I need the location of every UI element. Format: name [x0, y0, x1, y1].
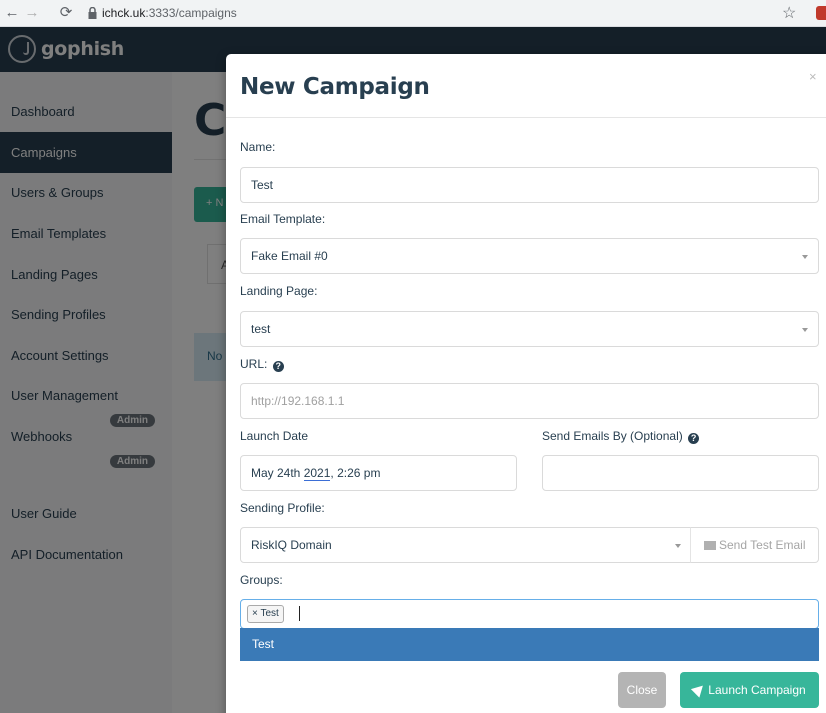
lock-icon — [88, 7, 97, 19]
back-arrow-icon[interactable]: ← — [4, 4, 20, 22]
bookmark-star-icon[interactable]: ☆ — [782, 3, 796, 23]
launch-campaign-button[interactable]: Launch Campaign — [680, 672, 819, 708]
modal-title: New Campaign — [240, 74, 430, 100]
browser-toolbar: ← → ⟳ ichck.uk:3333/campaigns ☆ — [0, 0, 826, 27]
email-template-value: Fake Email #0 — [251, 249, 328, 263]
question-circle-icon[interactable]: ? — [272, 361, 284, 372]
send-by-label: Send Emails By (Optional) ? — [542, 429, 700, 444]
text-cursor — [299, 606, 300, 621]
reload-icon[interactable]: ⟳ — [58, 4, 74, 22]
email-template-select[interactable]: Fake Email #0 — [240, 238, 819, 274]
launch-date-prefix: May 24th — [251, 466, 304, 480]
name-label: Name: — [240, 140, 276, 154]
url-host: ichck.uk — [102, 6, 146, 20]
launch-date-year: 2021 — [303, 466, 331, 481]
send-test-email-label: Send Test Email — [719, 538, 806, 552]
close-button[interactable]: Close — [618, 672, 666, 708]
launch-date-input[interactable]: May 24th 2021, 2:26 pm — [240, 455, 517, 491]
groups-dropdown-option[interactable]: Test — [240, 628, 819, 661]
address-bar[interactable]: ichck.uk:3333/campaigns — [102, 6, 237, 20]
launch-date-suffix: , 2:26 pm — [330, 466, 381, 480]
url-input[interactable]: http://192.168.1.1 — [240, 383, 819, 419]
close-icon[interactable]: × — [809, 69, 817, 84]
launch-campaign-label: Launch Campaign — [708, 683, 806, 697]
url-path: :3333/campaigns — [145, 6, 237, 20]
chevron-down-icon — [675, 544, 681, 548]
url-label-text: URL: — [240, 357, 268, 371]
group-tag-label: Test — [260, 608, 279, 619]
landing-page-select[interactable]: test — [240, 311, 819, 347]
sending-profile-value: RiskIQ Domain — [251, 538, 332, 552]
chevron-down-icon — [802, 328, 808, 332]
sending-profile-label: Sending Profile: — [240, 501, 325, 515]
name-input[interactable]: Test — [240, 167, 819, 203]
question-circle-icon[interactable]: ? — [688, 433, 700, 444]
launch-date-label: Launch Date — [240, 429, 309, 443]
name-value: Test — [251, 178, 274, 192]
url-placeholder: http://192.168.1.1 — [251, 394, 345, 408]
modal-header-divider — [226, 117, 826, 118]
groups-input[interactable]: × Test — [240, 599, 819, 629]
url-label: URL: ? — [240, 357, 284, 372]
envelope-icon — [704, 541, 716, 550]
paper-plane-icon — [691, 681, 708, 698]
send-test-email-button[interactable]: Send Test Email — [690, 527, 819, 563]
tag-remove-icon[interactable]: × — [252, 608, 258, 619]
sending-profile-select[interactable]: RiskIQ Domain — [240, 527, 692, 563]
send-by-input[interactable] — [542, 455, 819, 491]
send-by-label-text: Send Emails By (Optional) — [542, 429, 683, 443]
email-template-label: Email Template: — [240, 212, 326, 226]
groups-label: Groups: — [240, 573, 283, 587]
forward-arrow-icon[interactable]: → — [24, 4, 40, 22]
landing-page-label: Landing Page: — [240, 284, 318, 298]
group-tag[interactable]: × Test — [247, 605, 284, 623]
chevron-down-icon — [802, 255, 808, 259]
landing-page-value: test — [251, 322, 271, 336]
extension-icon[interactable] — [816, 6, 826, 20]
new-campaign-modal: New Campaign × Name: Test Email Template… — [226, 54, 826, 713]
